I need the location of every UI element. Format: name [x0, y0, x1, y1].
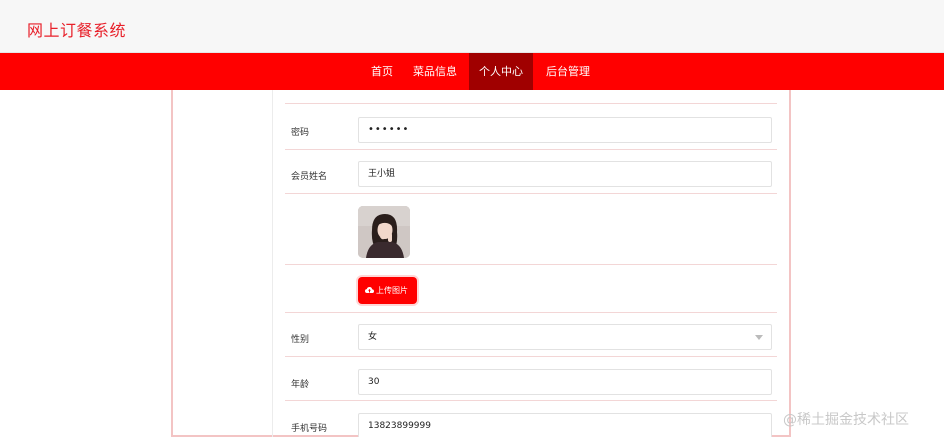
nav-item-admin[interactable]: 后台管理 — [540, 53, 596, 90]
app-header: 网上订餐系统 — [0, 0, 944, 53]
password-field[interactable]: •••••• — [358, 117, 772, 143]
watermark: @稀土掘金技术社区 — [783, 412, 909, 428]
gender-value: 女 — [368, 332, 378, 342]
row-divider — [285, 149, 777, 150]
password-value: •••••• — [368, 124, 410, 135]
password-label: 密码 — [291, 128, 310, 138]
member-name-value: 王小姐 — [368, 169, 396, 179]
nav-item-dishes[interactable]: 菜品信息 — [407, 53, 463, 90]
member-name-field[interactable]: 王小姐 — [358, 161, 772, 187]
site-title[interactable]: 网上订餐系统 — [27, 17, 126, 41]
row-divider — [285, 400, 777, 401]
row-divider — [285, 312, 777, 313]
age-field[interactable]: 30 — [358, 369, 772, 395]
gender-label: 性别 — [291, 335, 310, 345]
main-nav: 首页 菜品信息 个人中心 后台管理 — [0, 53, 944, 90]
nav-item-home[interactable]: 首页 — [365, 53, 399, 90]
avatar — [358, 206, 410, 258]
row-divider — [285, 356, 777, 357]
age-label: 年龄 — [291, 380, 310, 390]
upload-image-label: 上传图片 — [376, 286, 408, 295]
phone-value: 13823899999 — [368, 421, 431, 431]
phone-label: 手机号码 — [291, 424, 328, 434]
row-divider — [285, 193, 777, 194]
nav-item-personal-center[interactable]: 个人中心 — [469, 53, 533, 90]
chevron-down-icon — [755, 335, 763, 340]
cloud-upload-icon — [365, 287, 374, 293]
upload-image-button[interactable]: 上传图片 — [358, 277, 417, 304]
member-name-label: 会员姓名 — [291, 172, 328, 182]
age-value: 30 — [368, 377, 380, 387]
phone-field[interactable]: 13823899999 — [358, 413, 772, 437]
gender-select[interactable]: 女 — [358, 324, 772, 350]
row-divider — [285, 103, 777, 104]
row-divider — [285, 264, 777, 265]
